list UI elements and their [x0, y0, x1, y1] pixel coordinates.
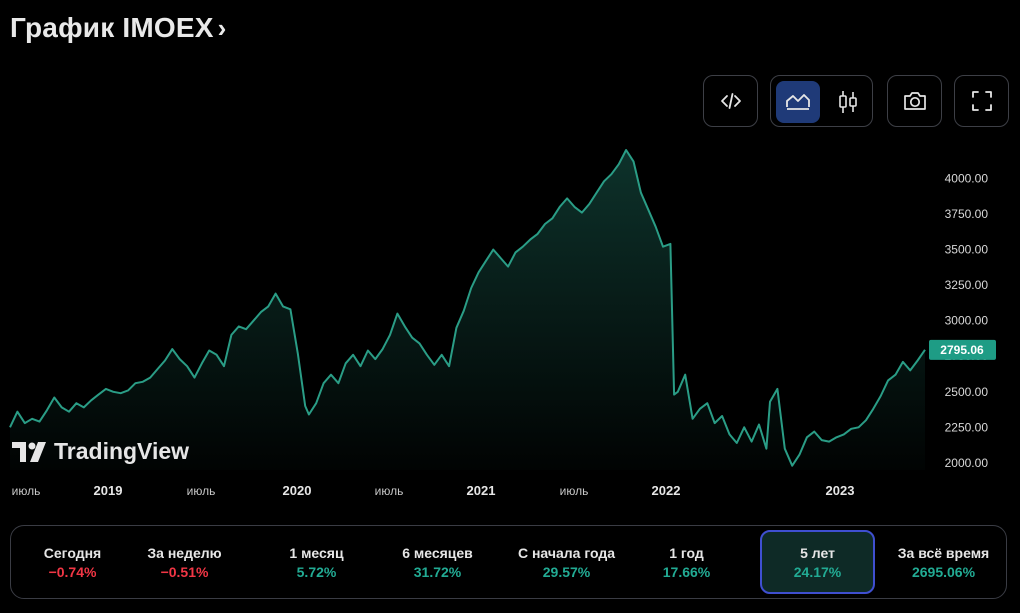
title-text: График IMOEX [10, 12, 214, 43]
x-tick-label: 2021 [467, 483, 496, 498]
snapshot-button[interactable] [887, 75, 942, 127]
x-tick-label: 2023 [826, 483, 855, 498]
y-tick-label: 2500.00 [945, 385, 989, 399]
tradingview-logo-icon [12, 441, 46, 462]
embed-code-button[interactable] [703, 75, 758, 127]
stat-value: 24.17% [793, 563, 842, 580]
stat-value: 17.66% [662, 563, 711, 580]
code-icon [720, 93, 741, 109]
performance-stats: Сегодня −0.74% За неделю −0.51% 1 месяц 5.72%… [10, 525, 1007, 599]
stat-value: 2695.06% [911, 563, 976, 580]
x-tick-label: июль [187, 484, 216, 498]
y-tick-label: 4000.00 [945, 171, 989, 185]
camera-icon [903, 92, 926, 110]
fullscreen-icon [971, 91, 992, 111]
stat-value: −0.51% [160, 563, 209, 580]
candlestick-chart-button[interactable] [826, 81, 870, 123]
x-tick-label: 2022 [652, 483, 681, 498]
last-price-value: 2795.06 [940, 343, 984, 357]
y-tick-label: 2000.00 [945, 456, 989, 470]
stat-label: Сегодня [43, 544, 102, 561]
area-chart-button[interactable] [776, 81, 820, 123]
x-tick-label: 2019 [94, 483, 123, 498]
x-tick-label: июль [375, 484, 404, 498]
chevron-right-icon: › [217, 12, 227, 43]
stat-period-6[interactable]: 5 лет 24.17% [760, 530, 875, 594]
stat-label: 1 год [669, 544, 704, 561]
watermark-text: TradingView [54, 438, 190, 464]
stat-period-0[interactable]: Сегодня −0.74% [15, 530, 130, 594]
chart-type-switch [770, 75, 873, 127]
price-area-fill [10, 150, 925, 470]
stat-value: −0.74% [48, 563, 97, 580]
area-chart-icon [786, 94, 810, 110]
y-axis: 2000.002250.002500.002750.003000.003250.… [945, 171, 989, 469]
stat-period-5[interactable]: 1 год 17.66% [629, 530, 744, 594]
stat-label: 6 месяцев [402, 544, 473, 561]
chart-toolbar [0, 75, 1020, 129]
x-axis: июль 2019 июль 2020 июль 2021 июль 2022 2023 [12, 483, 855, 498]
x-tick-label: 2020 [283, 483, 312, 498]
y-tick-label: 3000.00 [945, 314, 989, 328]
y-tick-label: 3250.00 [945, 278, 989, 292]
y-tick-label: 2250.00 [945, 420, 989, 434]
stat-label: С начала года [517, 544, 616, 561]
stat-value: 31.72% [413, 563, 462, 580]
stat-label: 5 лет [800, 544, 835, 561]
fullscreen-button[interactable] [954, 75, 1009, 127]
page-title[interactable]: График IMOEX › [10, 12, 226, 44]
stat-period-4[interactable]: С начала года 29.57% [509, 530, 624, 594]
last-price-badge: 2795.06 [929, 339, 996, 360]
stat-value: 29.57% [542, 563, 591, 580]
page: График IMOEX › 2000.00 2250.00 2500.00 3… [0, 0, 1020, 613]
stat-value: 5.72% [296, 563, 337, 580]
stat-period-7[interactable]: За всё время 2695.06% [886, 530, 1001, 594]
stat-period-1[interactable]: За неделю −0.51% [127, 530, 242, 594]
x-tick-label: июль [12, 484, 41, 498]
candlestick-icon [839, 91, 857, 113]
stat-label: За всё время [897, 544, 990, 561]
y-tick-label: 3750.00 [945, 207, 989, 221]
stat-label: 1 месяц [289, 544, 344, 561]
tradingview-watermark[interactable]: TradingView [12, 438, 189, 465]
y-tick-label: 3500.00 [945, 243, 989, 257]
stat-period-2[interactable]: 1 месяц 5.72% [259, 530, 374, 594]
stat-period-3[interactable]: 6 месяцев 31.72% [380, 530, 495, 594]
x-tick-label: июль [560, 484, 589, 498]
stat-label: За неделю [147, 544, 222, 561]
